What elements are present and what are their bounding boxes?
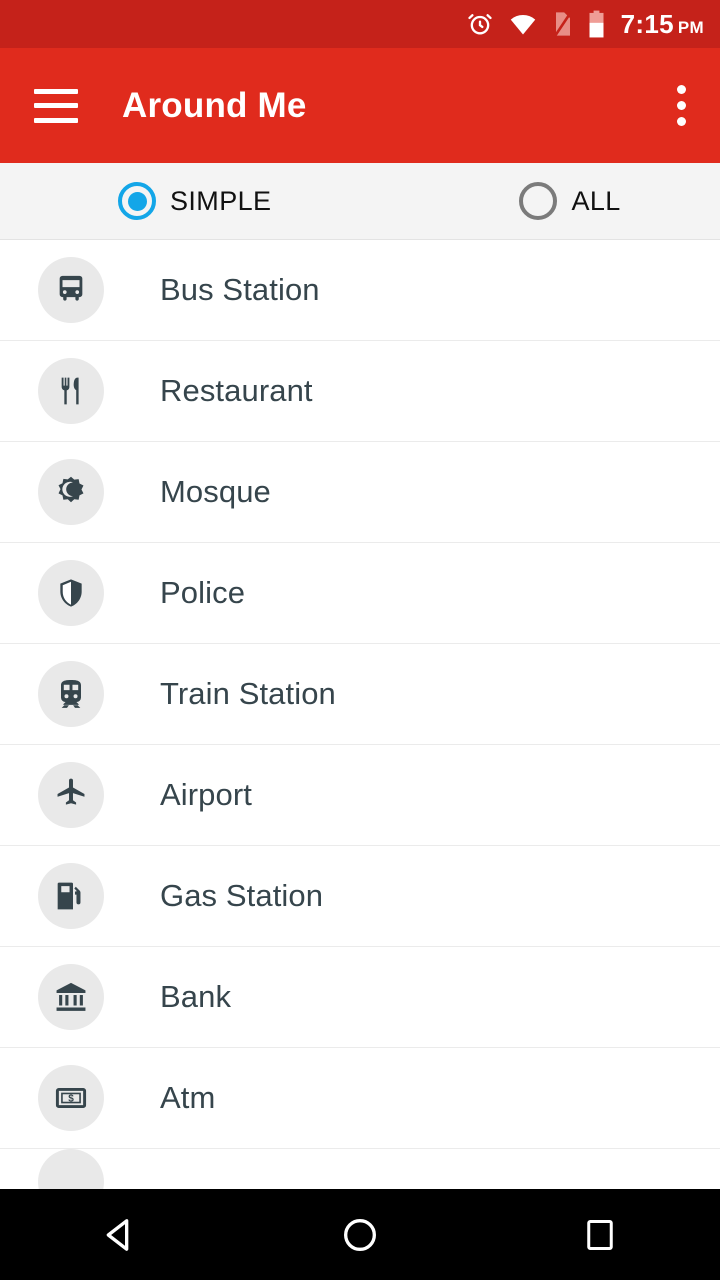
- list-item-train-station[interactable]: Train Station: [0, 644, 720, 745]
- list-item-atm[interactable]: $ Atm: [0, 1048, 720, 1149]
- radio-label-all: ALL: [571, 185, 621, 216]
- list-item-gas-station[interactable]: Gas Station: [0, 846, 720, 947]
- radio-label-simple: SIMPLE: [170, 185, 272, 216]
- list-item-label: Restaurant: [160, 373, 313, 408]
- clock-ampm: PM: [677, 17, 704, 37]
- svg-text:$: $: [68, 1093, 74, 1104]
- bus-icon: [38, 257, 104, 323]
- radio-button-simple-icon[interactable]: [118, 182, 156, 220]
- app-bar: Around Me: [0, 48, 720, 163]
- filter-radio-bar: SIMPLE ALL: [0, 163, 720, 240]
- overflow-menu-icon[interactable]: [666, 84, 696, 128]
- train-icon: [38, 661, 104, 727]
- list-item-label: Airport: [160, 777, 253, 812]
- clock-time: 7:15: [620, 8, 674, 39]
- radio-button-all-icon[interactable]: [519, 182, 558, 220]
- status-bar: 7:15 PM: [0, 0, 720, 48]
- back-triangle-icon[interactable]: [65, 1189, 175, 1280]
- no-sim-icon: [552, 10, 574, 38]
- atm-icon: $: [38, 1065, 104, 1131]
- wifi-icon: [508, 10, 538, 38]
- list-item-label: Police: [160, 575, 246, 610]
- list-item-label: Train Station: [160, 676, 336, 711]
- shield-icon: [38, 560, 104, 626]
- list-item-label: Bank: [160, 979, 232, 1014]
- list-item-mosque[interactable]: Mosque: [0, 442, 720, 543]
- radio-option-simple[interactable]: SIMPLE: [118, 182, 271, 220]
- radio-option-all[interactable]: ALL: [519, 182, 620, 220]
- airplane-icon: [38, 762, 104, 828]
- radio-selected-dot: [127, 191, 147, 211]
- recents-square-icon[interactable]: [545, 1189, 655, 1280]
- list-item-airport[interactable]: Airport: [0, 745, 720, 846]
- list-item-restaurant[interactable]: Restaurant: [0, 341, 720, 442]
- android-navigation-bar: [0, 1189, 720, 1280]
- phone-screen: 7:15 PM Around Me SIMPLE ALL Bus Station…: [0, 0, 720, 1280]
- placeholder-icon: [38, 1149, 104, 1189]
- list-item-label: Gas Station: [160, 878, 324, 913]
- list-item-bank[interactable]: Bank: [0, 947, 720, 1048]
- page-title: Around Me: [122, 85, 307, 125]
- status-bar-clock: 7:15 PM: [621, 9, 704, 40]
- list-item-label: Mosque: [160, 474, 271, 509]
- list-item-label: Atm: [160, 1080, 216, 1115]
- home-circle-icon[interactable]: [305, 1189, 415, 1280]
- list-item-label: Bus Station: [160, 272, 320, 307]
- hamburger-menu-icon[interactable]: [34, 88, 78, 123]
- gas-pump-icon: [38, 863, 104, 929]
- list-item-partial-next[interactable]: [0, 1149, 720, 1189]
- battery-icon: [588, 10, 605, 38]
- place-category-list: Bus Station Restaurant Mosque Police Tra…: [0, 240, 720, 1189]
- restaurant-icon: [38, 358, 104, 424]
- list-item-bus-station[interactable]: Bus Station: [0, 240, 720, 341]
- bank-icon: [38, 964, 104, 1030]
- mosque-icon: [38, 459, 104, 525]
- alarm-icon: [466, 10, 494, 38]
- list-item-police[interactable]: Police: [0, 543, 720, 644]
